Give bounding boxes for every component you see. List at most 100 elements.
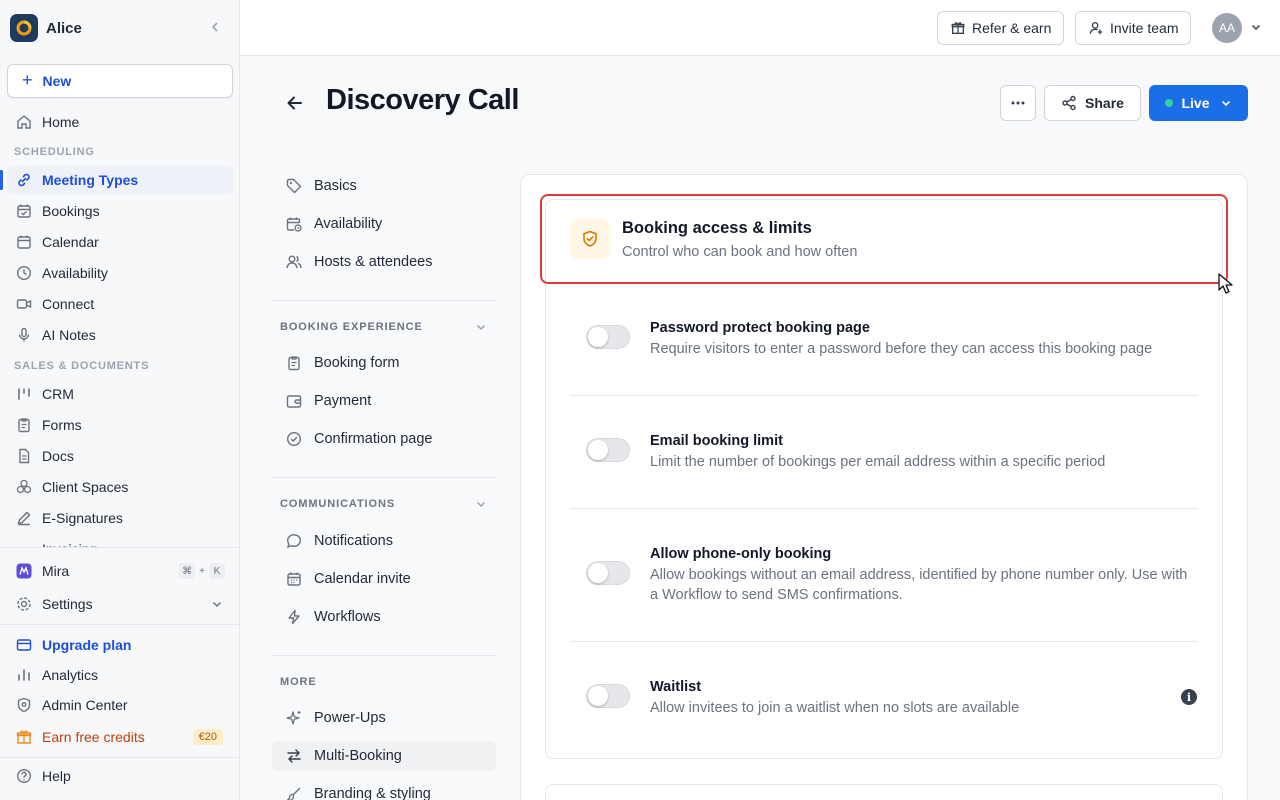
subnav-item-notifications[interactable]: Notifications	[272, 526, 496, 556]
back-arrow-icon[interactable]	[284, 92, 306, 114]
workspace-switcher[interactable]: Alice	[10, 14, 232, 42]
toggle-knob	[588, 440, 608, 460]
collapse-sidebar-icon[interactable]	[208, 20, 222, 34]
top-bar: Refer & earn Invite team AA	[240, 0, 1280, 56]
subnav-item-calendar-invite[interactable]: Calendar invite	[272, 564, 496, 594]
email-limit-toggle[interactable]	[586, 438, 630, 462]
sidebar-item-bookings[interactable]: Bookings	[7, 197, 233, 225]
sidebar-item-ai-notes[interactable]: AI Notes	[7, 321, 233, 349]
subnav-label: Branding & styling	[314, 786, 431, 800]
mouse-cursor-icon	[1218, 273, 1234, 295]
subnav-label: Basics	[314, 178, 357, 194]
microphone-icon	[14, 325, 34, 345]
gift-icon	[950, 20, 966, 36]
sidebar-item-e-signatures[interactable]: E-Signatures	[7, 504, 233, 532]
swap-arrows-icon	[284, 746, 304, 766]
subnav-item-workflows[interactable]: Workflows	[272, 602, 496, 632]
sidebar-item-earn-credits[interactable]: Earn free credits €20	[7, 723, 233, 751]
section-header-highlight[interactable]	[540, 194, 1228, 284]
sidebar-item-help[interactable]: Help	[7, 762, 233, 790]
subnav-divider	[272, 655, 496, 656]
sidebar: Alice + New Home SCHEDULING Meeting Type…	[0, 0, 240, 800]
chevron-down-icon[interactable]	[475, 321, 487, 333]
refer-earn-label: Refer & earn	[972, 20, 1052, 36]
waitlist-toggle[interactable]	[586, 684, 630, 708]
subnav-item-booking-form[interactable]: Booking form	[272, 348, 496, 378]
more-options-button[interactable]	[1000, 85, 1036, 121]
lightning-icon	[284, 607, 304, 627]
sidebar-item-invoicing[interactable]: Invoicing	[7, 535, 233, 547]
sidebar-divider	[0, 624, 239, 625]
setting-title: Waitlist	[650, 679, 702, 695]
sidebar-item-label: Mira	[42, 563, 70, 579]
setting-title: Password protect booking page	[650, 320, 870, 336]
subnav-item-basics[interactable]: Basics	[272, 171, 496, 201]
sidebar-item-upgrade[interactable]: Upgrade plan	[7, 631, 233, 659]
live-status-button[interactable]: Live	[1149, 85, 1248, 121]
share-button[interactable]: Share	[1044, 85, 1141, 121]
sidebar-item-meeting-types[interactable]: Meeting Types	[7, 166, 233, 194]
gear-icon	[14, 594, 34, 614]
subnav-item-power-ups[interactable]: Power-Ups	[272, 703, 496, 733]
setting-description: Require visitors to enter a password bef…	[650, 341, 1153, 357]
chevron-down-icon[interactable]	[475, 498, 487, 510]
phone-only-toggle[interactable]	[586, 561, 630, 585]
avatar[interactable]: AA	[1212, 13, 1242, 43]
sidebar-item-home[interactable]: Home	[7, 108, 233, 136]
subnav-label: Notifications	[314, 533, 393, 549]
refer-earn-button[interactable]: Refer & earn	[937, 11, 1065, 45]
workspace-name: Alice	[46, 19, 82, 37]
credit-badge: €20	[192, 729, 223, 745]
chevron-down-icon	[1220, 97, 1232, 109]
new-button-label: New	[42, 73, 72, 89]
subnav-item-multi-booking[interactable]: Multi-Booking	[272, 741, 496, 771]
subnav-label: Hosts & attendees	[314, 254, 433, 270]
password-protect-toggle[interactable]	[586, 325, 630, 349]
subnav-item-branding[interactable]: Branding & styling	[272, 779, 496, 800]
subnav-item-availability[interactable]: Availability	[272, 209, 496, 239]
sidebar-item-mira[interactable]: Mira ⌘ + K	[7, 557, 233, 585]
subnav-divider	[272, 477, 496, 478]
sidebar-item-label: Help	[42, 768, 71, 784]
section-subtitle: Control who can book and how often	[622, 244, 858, 260]
sidebar-item-client-spaces[interactable]: Client Spaces	[7, 473, 233, 501]
sidebar-item-forms[interactable]: Forms	[7, 411, 233, 439]
sidebar-item-crm[interactable]: CRM	[7, 380, 233, 408]
next-section	[545, 784, 1223, 800]
subnav-item-payment[interactable]: Payment	[272, 386, 496, 416]
sidebar-item-availability[interactable]: Availability	[7, 259, 233, 287]
sidebar-item-label: Admin Center	[42, 697, 128, 713]
sidebar-item-settings[interactable]: Settings	[7, 590, 233, 618]
sidebar-item-admin-center[interactable]: Admin Center	[7, 691, 233, 719]
setting-title: Email booking limit	[650, 433, 783, 449]
subnav-divider	[272, 300, 496, 301]
invite-team-button[interactable]: Invite team	[1075, 11, 1192, 45]
new-button[interactable]: + New	[7, 64, 233, 98]
toggle-knob	[588, 563, 608, 583]
subnav-label: Calendar invite	[314, 571, 411, 587]
subnav-label: Payment	[314, 393, 372, 409]
sidebar-item-connect[interactable]: Connect	[7, 290, 233, 318]
subnav-label: Booking form	[314, 355, 400, 371]
info-icon[interactable]: i	[1181, 689, 1197, 705]
chevron-down-icon[interactable]	[1250, 21, 1262, 33]
sidebar-item-docs[interactable]: Docs	[7, 442, 233, 470]
subnav-label: Multi-Booking	[314, 748, 402, 764]
shield-check-icon	[570, 219, 610, 259]
subnav-item-confirmation-page[interactable]: Confirmation page	[272, 424, 496, 454]
tag-icon	[284, 176, 304, 196]
subnav-item-hosts-attendees[interactable]: Hosts & attendees	[272, 247, 496, 277]
paint-brush-icon	[284, 784, 304, 800]
sidebar-item-calendar[interactable]: Calendar	[7, 228, 233, 256]
subnav-section-booking-experience: BOOKING EXPERIENCE	[280, 321, 423, 333]
sidebar-item-label: Settings	[42, 596, 93, 612]
crm-icon	[14, 384, 34, 404]
calendar-clock-icon	[284, 214, 304, 234]
document-icon	[14, 446, 34, 466]
sidebar-item-label: Meeting Types	[42, 172, 139, 188]
workspace-logo	[10, 14, 38, 42]
sidebar-item-analytics[interactable]: Analytics	[7, 661, 233, 689]
live-label: Live	[1181, 95, 1210, 111]
sparkles-icon	[284, 708, 304, 728]
boxes-icon	[14, 477, 34, 497]
